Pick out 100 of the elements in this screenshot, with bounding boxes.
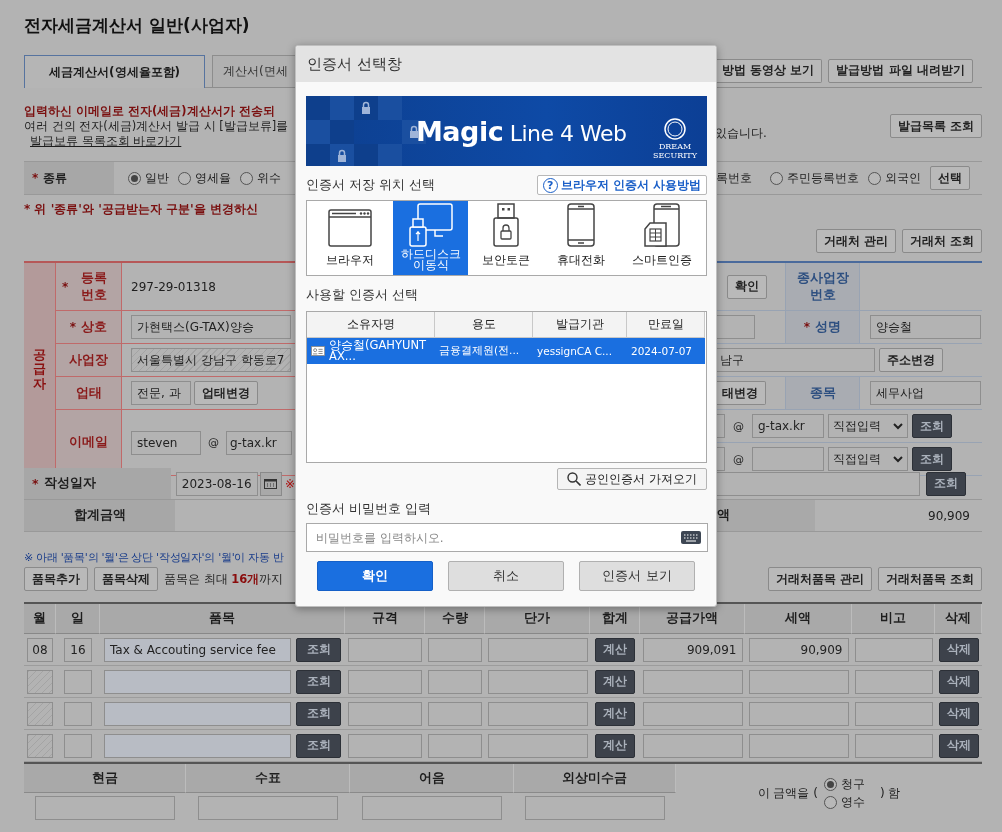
amount-field[interactable] (362, 795, 502, 820)
lookup-button[interactable]: 조회 (296, 637, 341, 662)
tax-amount-field[interactable] (748, 701, 849, 726)
email-domain-field[interactable]: g-tax.kr (226, 430, 292, 455)
email-user-field[interactable]: steven (131, 430, 201, 455)
input-field[interactable]: 가현택스(G-TAX)양승 (131, 315, 291, 339)
supply-amount-field[interactable] (642, 701, 743, 726)
note-field[interactable] (854, 733, 933, 758)
calculate-button[interactable]: 계산 (595, 637, 635, 662)
spec-field[interactable] (348, 701, 422, 726)
partner-item-button[interactable]: 거래처품목 조회 (877, 567, 982, 591)
help-button[interactable]: ? 브라우저 인증서 사용방법 (536, 175, 707, 195)
supply-amount-field[interactable]: 909,091 (642, 637, 743, 662)
day-field[interactable]: 16 (64, 637, 92, 662)
quantity-field[interactable] (428, 701, 482, 726)
radio-label: 영세율 (195, 169, 231, 187)
radio-button[interactable] (868, 171, 881, 185)
day-field[interactable] (64, 733, 92, 758)
item-button[interactable]: 품목추가 (24, 567, 88, 591)
select-button[interactable]: 선택 (930, 166, 970, 190)
partner-button[interactable]: 거래처 조회 (901, 229, 982, 253)
unit-price-field[interactable] (487, 701, 588, 726)
certificate-row-cell[interactable]: yessignCA C... (533, 338, 627, 364)
info-text: 있습니다. (715, 126, 767, 141)
spec-field[interactable] (348, 637, 422, 662)
tab[interactable]: 계산서(면세 (212, 55, 295, 87)
lookup-button[interactable]: 조회 (926, 471, 966, 496)
radio-button[interactable] (770, 171, 783, 185)
search-field[interactable] (715, 471, 920, 496)
delete-button[interactable]: 삭제 (938, 637, 979, 662)
confirm-button[interactable]: 확인 (317, 561, 433, 591)
tax-amount-field[interactable] (748, 669, 849, 694)
change-button[interactable]: 업태변경 (194, 381, 258, 405)
amount-text: 90,909 (928, 508, 971, 523)
issue-list-button[interactable]: 발급목록 조회 (889, 114, 982, 138)
amount-field[interactable] (35, 795, 175, 820)
input-field[interactable]: 세무사업 (870, 381, 981, 405)
note-field[interactable] (854, 669, 933, 694)
email-domain-field[interactable]: g-tax.kr (752, 414, 824, 438)
amount-field[interactable] (525, 795, 665, 820)
partner-button[interactable]: 거래처 관리 (815, 229, 896, 253)
tax-amount-field[interactable]: 90,909 (748, 637, 849, 662)
item-name-field[interactable]: Tax & Accouting service fee (104, 637, 291, 662)
radio-button[interactable] (178, 171, 191, 185)
password-field[interactable]: 비밀번호를 입력하시오. (306, 523, 708, 552)
address-change-button[interactable]: 주소변경 (879, 348, 943, 372)
address-field[interactable]: 남구 (715, 348, 875, 372)
certificate-row-cell[interactable]: 금융결제원(전... (435, 338, 533, 364)
dialog-button[interactable]: 인증서 보기 (579, 561, 695, 591)
item-button[interactable]: 품목삭제 (94, 567, 158, 591)
day-field[interactable] (64, 669, 92, 694)
spec-field[interactable] (348, 733, 422, 758)
unit-price-field[interactable] (487, 669, 588, 694)
download-guide-button[interactable]: 발급방법 파일 내려받기 (828, 58, 973, 83)
note-field[interactable] (854, 701, 933, 726)
supply-amount-field[interactable] (642, 669, 743, 694)
date-field[interactable]: 2023-08-16 (175, 471, 258, 496)
lookup-button[interactable]: 조회 (912, 414, 952, 438)
unit-price-field[interactable] (487, 733, 588, 758)
item-name-field[interactable] (104, 701, 291, 726)
import-certificate-button[interactable]: 공인인증서 가져오기 (557, 468, 707, 490)
video-guide-button[interactable]: 방법 동영상 보기 (715, 58, 823, 83)
calendar-button[interactable] (259, 471, 282, 496)
certificate-row-cell[interactable]: 양승철(GAHYUNTAX... (307, 338, 435, 364)
quantity-field[interactable] (428, 637, 482, 662)
confirm-button[interactable]: 확인 (727, 274, 767, 299)
domain-select[interactable]: 직접입력 (828, 447, 908, 471)
day-field[interactable] (64, 701, 92, 726)
lookup-button[interactable]: 조회 (912, 447, 952, 471)
input-field[interactable]: 양승철 (870, 315, 981, 339)
unit-price-field[interactable] (487, 637, 588, 662)
month-field[interactable]: 08 (27, 637, 53, 662)
link[interactable]: 발급보류 목록조회 바로가기 (30, 134, 295, 149)
email-domain-field[interactable] (752, 447, 824, 471)
storage-option[interactable]: 하드디스크 이동식 (393, 201, 468, 275)
input-field[interactable]: 전문, 과 (131, 381, 191, 405)
domain-select[interactable]: 직접입력 (828, 414, 908, 438)
item-name-field[interactable] (104, 669, 291, 694)
dialog-button[interactable]: 취소 (448, 561, 564, 591)
radio-button[interactable] (823, 777, 837, 791)
note-field[interactable] (854, 637, 933, 662)
radio-button[interactable] (128, 171, 141, 185)
item-name-field[interactable] (104, 733, 291, 758)
change-button[interactable]: 태변경 (715, 381, 766, 405)
radio-button[interactable] (823, 795, 837, 809)
partner-item-button[interactable]: 거래처품목 관리 (767, 567, 872, 591)
radio-button[interactable] (240, 171, 253, 185)
amount-field[interactable] (198, 795, 338, 820)
tab[interactable]: 세금계산서(영세율포함) (24, 55, 205, 88)
supply-amount-field[interactable] (642, 733, 743, 758)
quantity-field[interactable] (428, 669, 482, 694)
input-field[interactable] (715, 315, 755, 339)
spec-field[interactable] (348, 669, 422, 694)
tax-amount-field[interactable] (748, 733, 849, 758)
input-field[interactable]: 서울특별시 강남구 학동로7 (131, 348, 291, 372)
notice-text: ※ 아래 '품목'의 '월'은 상단 '작성일자'의 '월'이 자동 반 (24, 550, 285, 565)
info-text: 여러 건의 전자(세금)계산서 발급 시 [발급보류]를 (24, 119, 290, 134)
column-header: 비고 (852, 604, 935, 634)
certificate-row-cell[interactable]: 2024-07-07 (627, 338, 705, 364)
quantity-field[interactable] (428, 733, 482, 758)
